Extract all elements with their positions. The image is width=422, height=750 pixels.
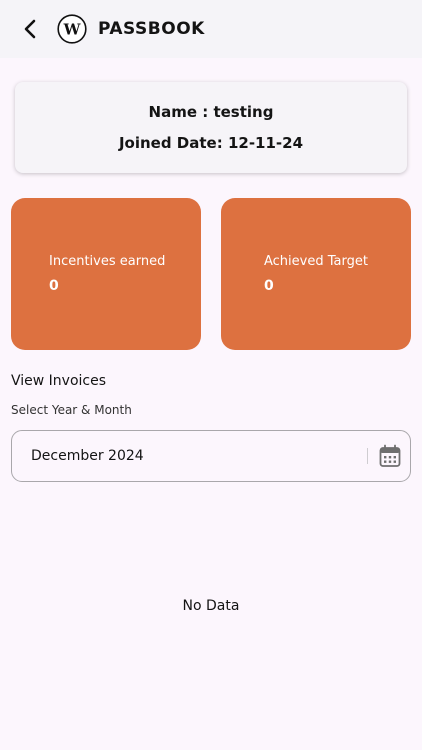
brand-logo: W [57,14,87,44]
incentives-value: 0 [49,278,59,294]
profile-name: Name : testing [148,103,274,121]
app-bar: W PASSBOOK [0,0,422,58]
achieved-target-label: Achieved Target [264,254,368,269]
profile-card: Name : testing Joined Date: 12-11-24 [15,82,407,173]
back-button[interactable] [16,15,44,43]
selected-month: December 2024 [31,448,144,464]
field-divider [367,448,368,464]
incentives-label: Incentives earned [49,254,166,269]
no-data-message: No Data [182,598,240,614]
calendar-icon[interactable] [379,444,401,468]
achieved-target-card: Achieved Target 0 [221,198,411,350]
incentives-card: Incentives earned 0 [11,198,201,350]
month-picker-label: Select Year & Month [11,403,132,417]
chevron-left-icon [24,19,36,39]
achieved-target-value: 0 [264,278,274,294]
page-title: PASSBOOK [98,19,205,39]
joined-date: Joined Date: 12-11-24 [118,134,304,152]
view-invoices-heading: View Invoices [11,373,107,389]
month-picker-field[interactable]: December 2024 [11,430,411,482]
logo-letter: W [63,21,82,39]
